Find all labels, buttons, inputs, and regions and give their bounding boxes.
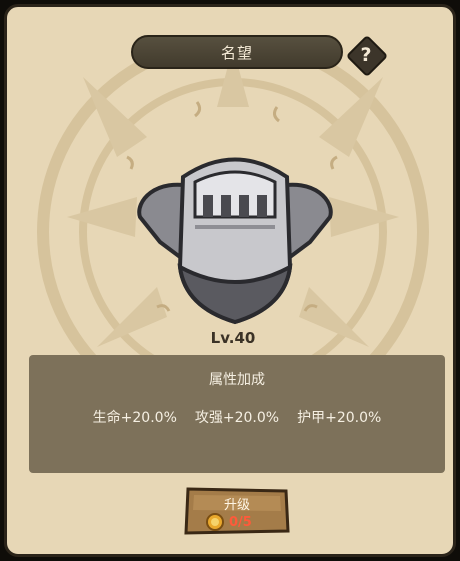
page-title: 名望 <box>220 43 253 62</box>
knight-helmet-armor-icon <box>137 157 333 325</box>
attribute-stat-list: 生命+20.0% 攻强+20.0% 护甲+20.0% <box>29 407 445 427</box>
attribute-bonus-title: 属性加成 <box>209 372 265 388</box>
upgrade-label: 升级 <box>223 498 250 513</box>
attribute-bonus-panel: 属性加成 生命+20.0% 攻强+20.0% 护甲+20.0% <box>29 355 445 473</box>
upgrade-cost: 0/5 <box>206 512 252 532</box>
upgrade-button[interactable]: 升级 0/5 <box>184 487 290 535</box>
help-button[interactable]: ? <box>345 34 389 78</box>
reputation-panel: 名望 ? Lv.40 属性加成 生命+20.0% 攻强+20.0% 护甲+20.… <box>4 4 456 557</box>
question-mark-icon: ? <box>360 44 372 66</box>
title-bar: 名望 <box>131 35 343 69</box>
stat-hp-bonus: 生命+20.0% <box>92 410 177 426</box>
gold-coin-icon <box>206 513 224 531</box>
level-label: Lv.40 <box>210 329 256 347</box>
stat-attack-bonus: 攻强+20.0% <box>194 410 280 426</box>
stat-armor-bonus: 护甲+20.0% <box>297 410 382 426</box>
upgrade-cost-text: 0/5 <box>229 514 252 530</box>
